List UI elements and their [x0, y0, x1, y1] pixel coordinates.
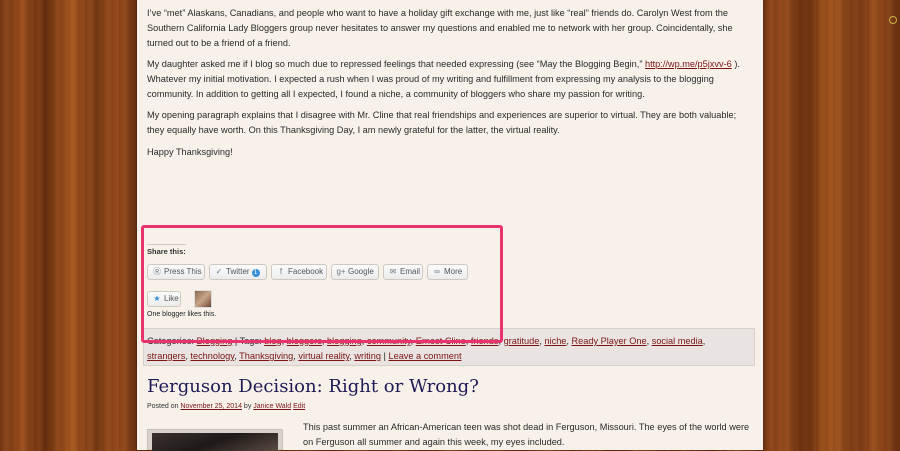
tag-link[interactable]: virtual reality: [298, 351, 349, 361]
post-date-link[interactable]: November 25, 2014: [180, 403, 241, 410]
wood-background-left: [0, 0, 137, 450]
edit-link[interactable]: Edit: [293, 403, 305, 410]
post-paragraph: Happy Thanksgiving!: [147, 147, 233, 157]
tag-link[interactable]: niche: [544, 336, 566, 346]
shortlink[interactable]: http://wp.me/p5jxvv-6: [645, 59, 732, 69]
post-excerpt: This past summer an African-American tee…: [303, 422, 750, 447]
blog-post-content: I’ve “met” Alaskans, Canadians, and peop…: [137, 0, 763, 451]
tag-link[interactable]: writing: [354, 351, 381, 361]
thumbnail-image: [152, 433, 278, 451]
paragraph-text: My daughter asked me if I blog so much d…: [147, 59, 643, 69]
post-meta: Posted on November 25, 2014 by Janice Wa…: [147, 403, 306, 410]
post-paragraph: I’ve “met” Alaskans, Canadians, and peop…: [147, 8, 733, 48]
post-paragraph: My daughter asked me if I blog so much d…: [147, 57, 752, 102]
highlight-annotation: [141, 225, 503, 343]
post-paragraph: My opening paragraph explains that I dis…: [147, 110, 737, 135]
post-thumbnail[interactable]: [147, 429, 283, 451]
leave-comment-link[interactable]: Leave a comment: [388, 351, 461, 361]
tag-link[interactable]: social media: [652, 336, 703, 346]
tag-link[interactable]: gratitude: [504, 336, 540, 346]
wood-background-right: [763, 0, 900, 450]
post-title[interactable]: Ferguson Decision: Right or Wrong?: [147, 376, 479, 397]
tag-link[interactable]: Thanksgiving: [239, 351, 293, 361]
author-link[interactable]: Janice Wald: [253, 403, 291, 410]
tag-link[interactable]: strangers: [147, 351, 185, 361]
tag-link[interactable]: technology: [190, 351, 234, 361]
tag-link[interactable]: Ready Player One: [572, 336, 647, 346]
circle-icon[interactable]: [889, 16, 897, 24]
